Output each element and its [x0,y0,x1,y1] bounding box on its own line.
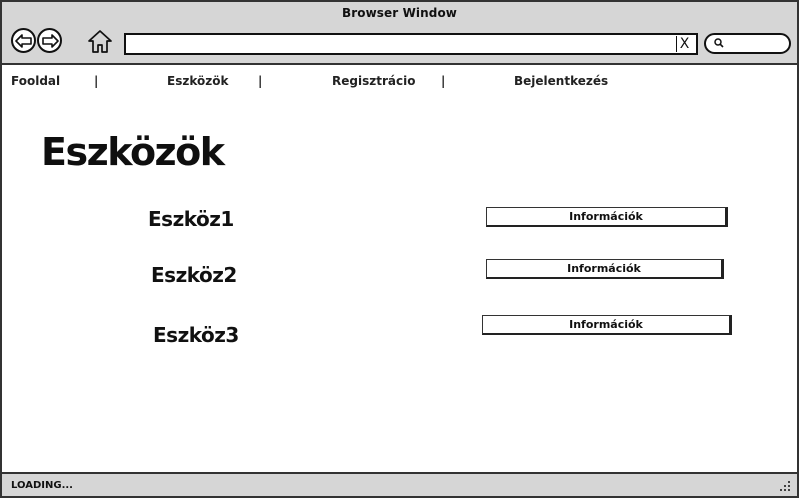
home-icon [88,30,112,53]
back-button[interactable] [11,28,36,53]
forward-arrow-icon [41,33,59,48]
info-button[interactable]: Információk [486,259,724,279]
clear-url-button[interactable]: X [676,36,692,52]
menu-separator: | [441,74,446,88]
back-arrow-icon [14,33,32,48]
url-input[interactable] [130,36,670,52]
info-button[interactable]: Információk [486,207,728,227]
home-button[interactable] [87,28,113,54]
browser-window: Browser Window X Fooldal | Eszközök | Re… [0,0,799,498]
tool-name: Eszköz2 [151,263,237,287]
page-title: Eszközök [41,130,225,174]
tool-name: Eszköz3 [153,323,239,347]
tool-name: Eszköz1 [148,207,234,231]
status-bar: LOADING... [2,472,797,496]
resize-grip-icon[interactable] [779,480,791,492]
menu-item-fooldal[interactable]: Fooldal [11,74,60,88]
forward-button[interactable] [37,28,62,53]
menu-item-eszkozok[interactable]: Eszközök [167,74,228,88]
search-field[interactable] [704,33,791,54]
menu-separator: | [258,74,263,88]
menu-separator: | [94,74,99,88]
menu-item-regisztracio[interactable]: Regisztrácio [332,74,415,88]
window-title: Browser Window [342,6,457,20]
browser-chrome: Browser Window X [2,2,797,65]
menu-bar: Fooldal | Eszközök | Regisztrácio | Beje… [2,68,797,96]
address-bar: X [124,33,698,55]
search-icon [714,38,724,48]
menu-item-bejelentkezes[interactable]: Bejelentkezés [514,74,608,88]
info-button[interactable]: Információk [482,315,732,335]
status-text: LOADING... [11,480,73,491]
